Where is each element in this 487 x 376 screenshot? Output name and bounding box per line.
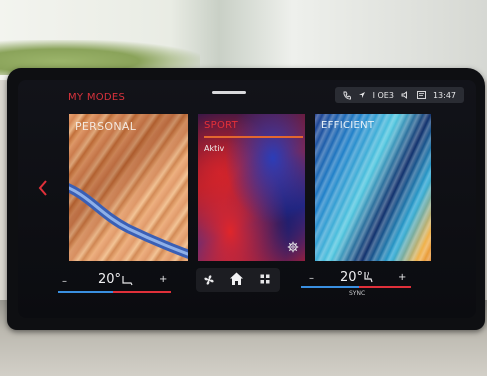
mode-label-personal: PERSONAL: [75, 120, 137, 133]
drag-handle[interactable]: [212, 91, 246, 94]
mode-label-efficient: EFFICIENT: [321, 120, 375, 131]
sync-label[interactable]: SYNC: [349, 290, 365, 297]
left-temp-scale-warm: [113, 291, 171, 293]
right-temperature[interactable]: 20°: [340, 270, 363, 285]
infotainment-screen: MY MODES I OE3 13:47 PERSONAL SPORT Akti…: [18, 80, 476, 318]
seat-icon[interactable]: [121, 275, 133, 286]
left-temp-decrease-button[interactable]: –: [62, 276, 67, 287]
river-artwork: [69, 183, 188, 259]
navigation-arrow-icon: [358, 92, 365, 98]
volume-icon: [401, 91, 407, 99]
mode-card-sport[interactable]: SPORT Aktiv: [198, 114, 305, 261]
right-temp-scale-warm: [359, 286, 411, 288]
gear-icon[interactable]: [287, 241, 299, 253]
mode-card-efficient[interactable]: EFFICIENT: [315, 114, 431, 261]
right-temp-scale-cold: [301, 286, 359, 288]
mode-card-personal[interactable]: PERSONAL: [69, 114, 188, 261]
left-temp-scale-cold: [58, 291, 113, 293]
left-temp-increase-button[interactable]: +: [159, 274, 167, 285]
right-temp-decrease-button[interactable]: –: [309, 273, 314, 284]
status-bar: I OE3 13:47: [334, 87, 464, 103]
radio-station: I OE3: [372, 90, 394, 100]
page-title: MY MODES: [68, 92, 126, 103]
fan-icon[interactable]: [203, 274, 215, 286]
chevron-left-icon[interactable]: [37, 179, 49, 197]
climate-bar: – 20° + – 20° + SYNC: [18, 268, 476, 298]
apps-grid-icon[interactable]: [260, 274, 270, 284]
mode-label-sport: SPORT: [204, 120, 239, 131]
message-icon: [416, 91, 426, 99]
clock: 13:47: [432, 90, 456, 100]
seat-heater-icon[interactable]: [362, 271, 374, 283]
active-underline: [204, 136, 303, 138]
phone-icon: [343, 91, 351, 99]
mode-status: Aktiv: [204, 144, 225, 153]
left-temperature[interactable]: 20°: [98, 272, 121, 287]
right-temp-increase-button[interactable]: +: [398, 272, 406, 283]
home-icon[interactable]: [229, 271, 244, 286]
